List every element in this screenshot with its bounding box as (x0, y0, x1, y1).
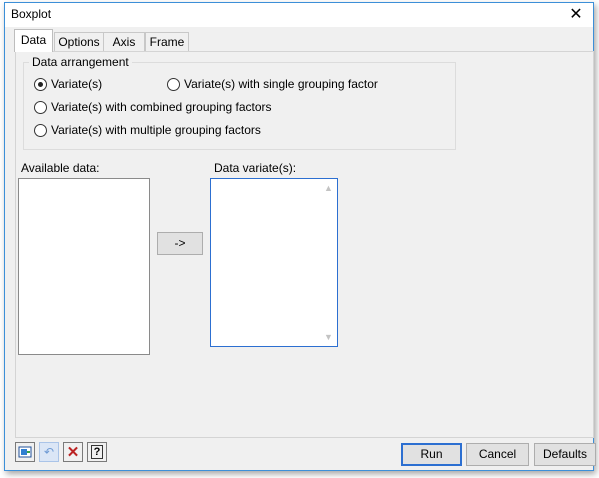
group-legend: Data arrangement (29, 55, 132, 69)
close-icon[interactable]: ✕ (565, 4, 587, 26)
data-variates-field[interactable]: ▲ ▼ (210, 178, 338, 347)
available-data-label: Available data: (21, 161, 100, 175)
radio-variates[interactable]: Variate(s) (34, 77, 102, 91)
scroll-up-icon[interactable]: ▲ (324, 183, 333, 193)
radio-label: Variate(s) with combined grouping factor… (51, 100, 272, 114)
available-data-list[interactable] (18, 178, 150, 355)
tab-options[interactable]: Options (54, 32, 104, 51)
radio-unselected-icon (34, 100, 47, 114)
run-button[interactable]: Run (401, 443, 462, 466)
cancel-button[interactable]: Cancel (466, 443, 529, 466)
radio-label: Variate(s) (51, 77, 103, 91)
transfer-button-label: -> (174, 236, 186, 250)
tab-label: Data (20, 33, 47, 47)
radio-single-grouping[interactable]: Variate(s) with single grouping factor (167, 77, 378, 91)
pin-icon (18, 446, 32, 458)
clear-icon: ✕ (66, 443, 80, 461)
defaults-button[interactable]: Defaults (534, 443, 596, 466)
add-to-data-variates-button[interactable]: -> (157, 232, 203, 255)
vertical-scrollbar[interactable]: ▲ ▼ (322, 180, 336, 345)
title-bar: Boxplot ✕ (5, 3, 593, 27)
cancel-label: Cancel (478, 447, 517, 461)
tab-label: Axis (112, 35, 136, 49)
undo-button[interactable]: ↶ (39, 442, 59, 462)
tab-data[interactable]: Data (14, 29, 53, 52)
radio-unselected-icon (167, 77, 180, 91)
help-button[interactable]: ? (87, 442, 107, 462)
radio-label: Variate(s) with single grouping factor (184, 77, 378, 91)
run-label: Run (420, 447, 443, 461)
tab-label: Frame (149, 35, 185, 49)
defaults-label: Defaults (542, 447, 588, 461)
data-variates-label: Data variate(s): (214, 161, 297, 175)
scroll-down-icon[interactable]: ▼ (324, 332, 333, 342)
radio-selected-icon (34, 77, 47, 91)
pin-button[interactable] (15, 442, 35, 462)
radio-label: Variate(s) with multiple grouping factor… (51, 123, 261, 137)
help-icon: ? (91, 445, 103, 459)
tab-axis[interactable]: Axis (103, 32, 145, 51)
radio-unselected-icon (34, 123, 47, 137)
tab-frame[interactable]: Frame (145, 32, 189, 51)
tab-label: Options (58, 35, 100, 49)
radio-combined-grouping[interactable]: Variate(s) with combined grouping factor… (34, 100, 272, 114)
radio-multiple-grouping[interactable]: Variate(s) with multiple grouping factor… (34, 123, 261, 137)
window-title: Boxplot (11, 7, 52, 21)
clear-button[interactable]: ✕ (63, 442, 83, 462)
undo-icon: ↶ (43, 445, 55, 459)
